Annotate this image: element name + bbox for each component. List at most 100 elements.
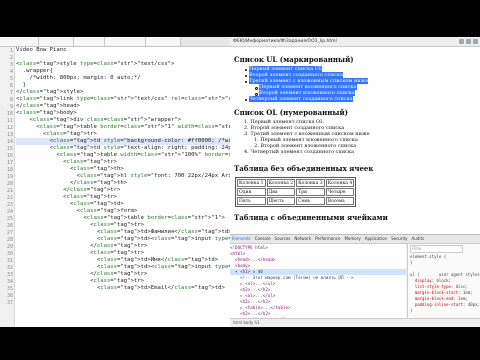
editor-tab[interactable] (0, 37, 39, 46)
top-letterbox (0, 0, 480, 37)
editor-tab-bar (0, 37, 230, 47)
code-line[interactable]: <class="tag">link type=class="str">"text… (16, 96, 230, 103)
code-line[interactable]: <class="tag">td> (16, 201, 230, 208)
bottom-letterbox (0, 327, 480, 360)
ul-heading: Список UL (маркированный) (234, 55, 354, 64)
code-line[interactable]: <class="tag">th> (16, 166, 230, 173)
table-cell: Три (296, 188, 325, 196)
table-row: Колонка 1 Колонка 2 Колонка 3 Колонка 4 (237, 179, 355, 187)
code-line[interactable]: </class="tag">head> (16, 103, 230, 110)
devtools-tab-elements[interactable]: Elements (230, 235, 253, 243)
table1-heading: Таблица без объединенных ячеек (234, 164, 374, 173)
menu-icon[interactable] (473, 39, 478, 44)
code-line[interactable]: <class="tag">form> (16, 208, 230, 215)
code-line[interactable]: </class="tag">style> (16, 89, 230, 96)
extension-icon[interactable] (466, 39, 471, 44)
editor-tab[interactable] (146, 37, 181, 46)
line-number: 28 (6, 237, 13, 243)
code-line[interactable]: <class="tag">tr> (16, 278, 230, 285)
code-line[interactable]: <class="tag">td>Email</class="tag">td> (16, 285, 230, 292)
devtools-tab-console[interactable]: Console (253, 235, 273, 243)
devtools-tab-audits[interactable]: Audits (410, 235, 427, 243)
code-line[interactable] (16, 54, 230, 61)
code-line[interactable]: <class="tag">table border=class="str">"1… (16, 124, 230, 131)
table-cell: Пять (237, 197, 266, 205)
code-line[interactable]: <class="tag">style type=class="str">"tex… (16, 61, 230, 68)
dom-breadcrumb[interactable]: html body h1 (230, 318, 480, 327)
code-line[interactable]: <class="tag">td><class="tag">input type=… (16, 264, 230, 271)
code-line[interactable]: <class="tag">tr> (16, 159, 230, 166)
line-number: 15 (6, 146, 13, 152)
dom-tree[interactable]: <!DOCTYPE html> <html> <head>...</head> <… (230, 244, 406, 319)
address-bar[interactable]: ФЕЮ/Информатика/Ф\Задания/ОО1_lip.html (230, 37, 480, 47)
code-area[interactable]: Video Bow Pianc <class="tag">style type=c… (16, 47, 230, 327)
code-line[interactable]: <class="tag">tr> (16, 222, 230, 229)
line-number: 35 (6, 286, 13, 292)
devtools-tab-security[interactable]: Security (389, 235, 409, 243)
code-line[interactable]: </class="tag">tr> (16, 271, 230, 278)
editor-tab[interactable] (105, 37, 146, 46)
table-cell: Семь (296, 197, 325, 205)
code-line[interactable] (16, 299, 230, 306)
code-line[interactable]: </class="tag">th> (16, 180, 230, 187)
code-line[interactable]: Video Bow Pianc (16, 47, 230, 54)
code-line[interactable]: <class="tag">tr> (16, 250, 230, 257)
editor-tab[interactable] (74, 37, 105, 46)
devtools-tab-sources[interactable]: Sources (273, 235, 293, 243)
devtools-tab-memory[interactable]: Memory (342, 235, 362, 243)
line-number: 10 (6, 111, 13, 117)
code-line[interactable]: <class="tag">table width=class="str">"10… (16, 152, 230, 159)
code-line[interactable]: <class="tag">table border=class="str">"1… (16, 215, 230, 222)
devtools-tab-bar: Elements Console Sources Network Performance… (230, 235, 480, 244)
line-number: 9 (9, 104, 13, 110)
code-line[interactable]: <class="tag">hl style="font: 700 22px/24… (16, 173, 230, 180)
table-cell: Восемь (325, 197, 355, 205)
devtools-tab-network[interactable]: Network (292, 235, 313, 243)
bullet-icon (245, 99, 247, 101)
code-line[interactable]: </class="tag">tr> (16, 243, 230, 250)
line-number: 7 (9, 90, 13, 96)
bookmark-icon[interactable] (459, 39, 464, 44)
code-line[interactable]: <class="tag">td>Имя</class="tag">td> (16, 257, 230, 264)
browser-window: ФЕЮ/Информатика/Ф\Задания/ОО1_lip.html С… (230, 37, 480, 327)
code-editor[interactable]: 1 2 3 4 5 6 7 8 9 10 11 12 13 14 15 16 17 18 19 20 21 22 23 24 2… (0, 37, 230, 327)
line-number: 6 (9, 83, 13, 89)
code-line[interactable] (16, 292, 230, 299)
table-cell: Колонка 2 (266, 179, 296, 187)
code-line[interactable]: <class="tag">tr> (16, 131, 230, 138)
line-number: 17 (6, 160, 13, 166)
styles-pane[interactable]: Filter element.style {} ul { user agent s… (407, 244, 480, 319)
line-number: 16 (6, 153, 13, 159)
ul-item: Четвертый элемент созданного списка (249, 96, 353, 102)
line-number: 36 (6, 293, 13, 299)
table-cell: Четыре (325, 188, 355, 196)
devtools-tab-performance[interactable]: Performance (313, 235, 342, 243)
code-line-current[interactable]: <class="tag">td style="background-color:… (16, 138, 230, 145)
line-number: 13 (6, 132, 13, 138)
code-line[interactable]: <class="tag">td><class="tag">input type=… (16, 236, 230, 243)
styles-filter-input[interactable]: Filter (410, 245, 463, 253)
code-line[interactable]: </class="tag">tr> (16, 187, 230, 194)
line-number: 29 (6, 244, 13, 250)
code-line[interactable]: } (16, 82, 230, 89)
editor-tab[interactable] (39, 37, 74, 46)
circle-bullet-icon (255, 87, 258, 90)
code-line[interactable]: .wrapper{ (16, 68, 230, 75)
code-line[interactable]: <class="tag">td>Фамилия</class="tag">td> (16, 229, 230, 236)
table-cell: Колонка 1 (237, 179, 266, 187)
table-cell: Шесть (266, 197, 296, 205)
line-number: 34 (6, 279, 13, 285)
table-row: Один Два Три Четыре (237, 188, 355, 196)
code-line[interactable]: /*width: 800px; margin: 0 auto;*/ (16, 75, 230, 82)
code-line[interactable]: <class="tag">td style="text-align: right… (16, 145, 230, 152)
code-line[interactable]: <class="tag">body> (16, 110, 230, 117)
code-line[interactable]: <class="tag">tr> (16, 194, 230, 201)
line-number: 32 (6, 265, 13, 271)
code-line[interactable]: <class="tag">div class=class="str">"wrap… (16, 117, 230, 124)
line-number: 8 (9, 97, 13, 103)
line-number: 12 (6, 125, 13, 131)
style-rule-line[interactable]: } (410, 308, 480, 314)
devtools-tab-application[interactable]: Application (363, 235, 389, 243)
table-cell: Один (237, 188, 266, 196)
line-number: 27 (6, 230, 13, 236)
